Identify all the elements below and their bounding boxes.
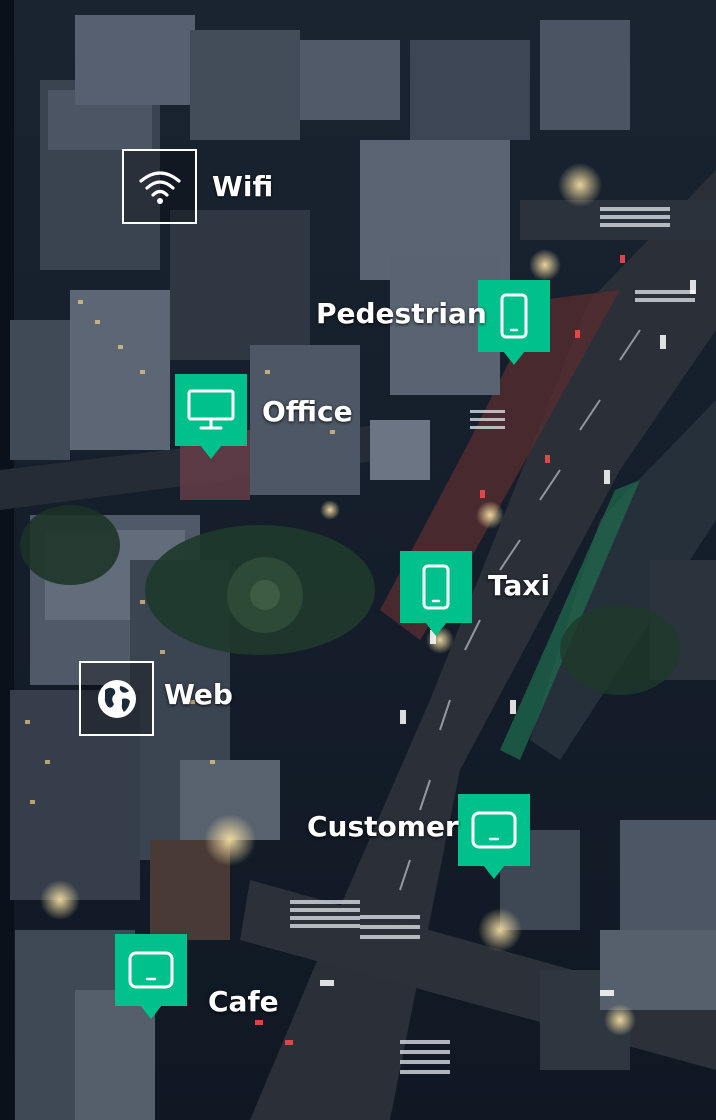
taxi-marker[interactable] [400,551,472,636]
wifi-marker[interactable] [122,149,197,224]
globe-icon [97,679,136,718]
web-label: Web [164,678,233,711]
aerial-city-night-photo [0,0,716,1120]
cafe-marker[interactable] [115,934,187,1019]
cafe-label: Cafe [208,985,279,1018]
wifi-label: Wifi [212,170,274,203]
web-marker[interactable] [79,661,154,736]
customer-marker[interactable] [458,794,530,879]
wifi-icon [138,170,181,204]
smartphone-icon [422,564,450,610]
pedestrian-label: Pedestrian [316,297,487,330]
taxi-label: Taxi [488,569,551,602]
desktop-monitor-icon [187,389,235,430]
laptop-screen-icon [128,951,174,989]
office-label: Office [262,395,353,428]
office-marker[interactable] [175,374,247,459]
pedestrian-marker[interactable] [478,280,550,365]
smartphone-icon [500,293,528,339]
customer-label: Customer [307,810,459,843]
laptop-screen-icon [471,811,517,849]
